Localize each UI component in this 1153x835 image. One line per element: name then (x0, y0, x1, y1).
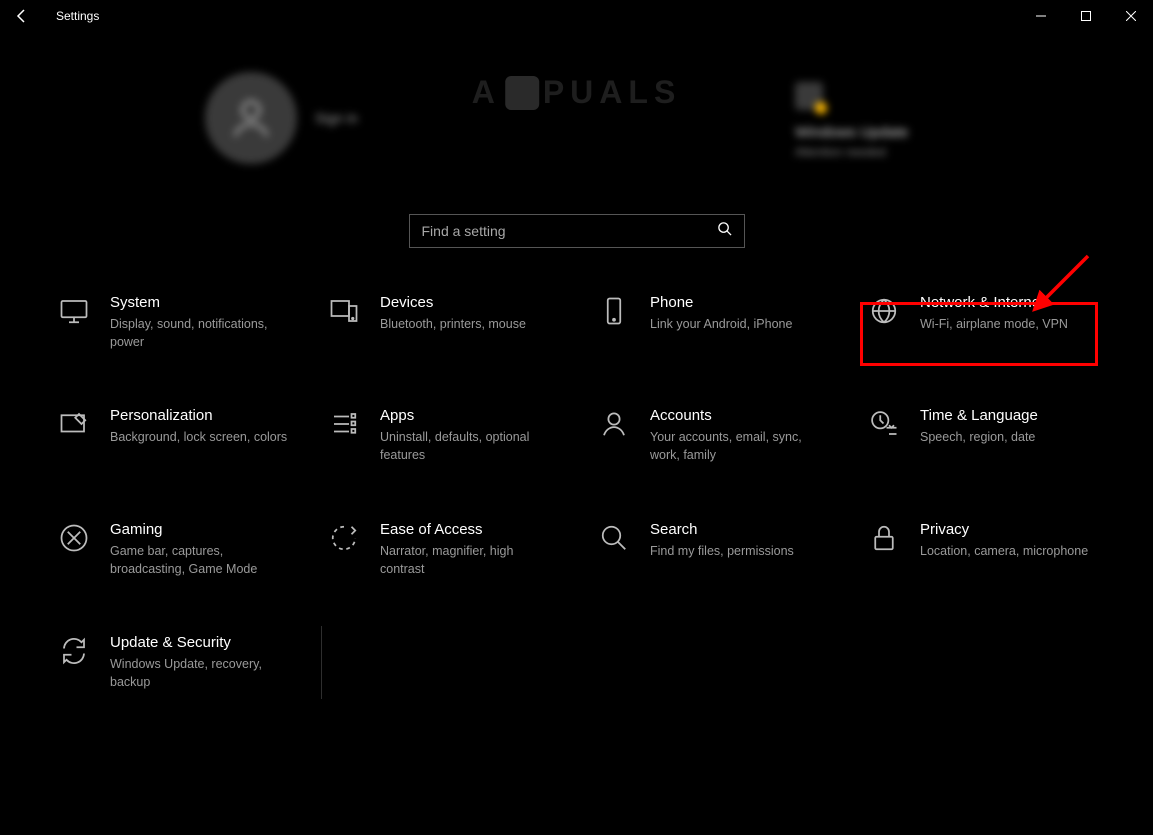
accounts-icon (596, 409, 632, 445)
card-desc: Narrator, magnifier, high contrast (380, 542, 560, 578)
apps-icon (326, 409, 362, 445)
card-desc: Background, lock screen, colors (110, 428, 287, 446)
window-controls (1018, 0, 1153, 32)
card-title: Phone (650, 294, 792, 311)
watermark-logo-icon (505, 76, 539, 110)
avatar-icon (205, 72, 297, 164)
windows-update-block[interactable]: Windows Update Attention needed (795, 82, 908, 159)
maximize-button[interactable] (1063, 0, 1108, 32)
card-time-language[interactable]: Time & Language Speech, region, date (866, 407, 1136, 464)
card-title: Search (650, 521, 794, 538)
header-area: A PUALS Sign in Windows Update Attention… (0, 32, 1153, 180)
search-box[interactable] (409, 214, 745, 248)
phone-icon (596, 296, 632, 332)
account-block[interactable]: Sign in (205, 72, 358, 164)
card-search[interactable]: Search Find my files, permissions (596, 521, 866, 578)
card-title: Devices (380, 294, 526, 311)
privacy-icon (866, 523, 902, 559)
card-system[interactable]: System Display, sound, notifications, po… (56, 294, 326, 351)
card-title: Personalization (110, 407, 287, 424)
search-category-icon (596, 523, 632, 559)
card-phone[interactable]: Phone Link your Android, iPhone (596, 294, 866, 351)
close-button[interactable] (1108, 0, 1153, 32)
card-privacy[interactable]: Privacy Location, camera, microphone (866, 521, 1136, 578)
card-desc: Speech, region, date (920, 428, 1038, 446)
update-security-icon (56, 636, 92, 672)
gaming-icon (56, 523, 92, 559)
card-desc: Display, sound, notifications, power (110, 315, 290, 351)
card-desc: Uninstall, defaults, optional features (380, 428, 560, 464)
minimize-button[interactable] (1018, 0, 1063, 32)
card-title: Apps (380, 407, 560, 424)
card-title: Network & Internet (920, 294, 1068, 311)
card-apps[interactable]: Apps Uninstall, defaults, optional featu… (326, 407, 596, 464)
settings-grid: System Display, sound, notifications, po… (0, 294, 1153, 691)
watermark-text-left: A (472, 74, 501, 111)
card-desc: Wi-Fi, airplane mode, VPN (920, 315, 1068, 333)
ease-of-access-icon (326, 523, 362, 559)
system-icon (56, 296, 92, 332)
card-accounts[interactable]: Accounts Your accounts, email, sync, wor… (596, 407, 866, 464)
watermark: A PUALS (472, 74, 682, 111)
card-title: Time & Language (920, 407, 1038, 424)
windows-update-icon (795, 82, 823, 110)
search-input[interactable] (422, 223, 717, 239)
card-desc: Windows Update, recovery, backup (110, 655, 290, 691)
search-wrap (0, 180, 1153, 294)
card-personalization[interactable]: Personalization Background, lock screen,… (56, 407, 326, 464)
card-desc: Find my files, permissions (650, 542, 794, 560)
card-title: Ease of Access (380, 521, 560, 538)
card-title: Update & Security (110, 634, 290, 651)
card-update-security[interactable]: Update & Security Windows Update, recove… (56, 634, 326, 691)
time-language-icon (866, 409, 902, 445)
signin-link[interactable]: Sign in (315, 110, 358, 126)
card-title: Privacy (920, 521, 1088, 538)
back-button[interactable] (8, 2, 36, 30)
card-desc: Location, camera, microphone (920, 542, 1088, 560)
card-desc: Game bar, captures, broadcasting, Game M… (110, 542, 290, 578)
card-title: Accounts (650, 407, 830, 424)
search-icon (717, 221, 732, 241)
card-devices[interactable]: Devices Bluetooth, printers, mouse (326, 294, 596, 351)
card-network[interactable]: Network & Internet Wi-Fi, airplane mode,… (866, 294, 1136, 351)
window-title: Settings (56, 9, 99, 23)
card-title: System (110, 294, 290, 311)
card-desc: Your accounts, email, sync, work, family (650, 428, 830, 464)
card-title: Gaming (110, 521, 290, 538)
title-bar: Settings (0, 0, 1153, 32)
devices-icon (326, 296, 362, 332)
card-ease-of-access[interactable]: Ease of Access Narrator, magnifier, high… (326, 521, 596, 578)
network-icon (866, 296, 902, 332)
card-gaming[interactable]: Gaming Game bar, captures, broadcasting,… (56, 521, 326, 578)
card-desc: Bluetooth, printers, mouse (380, 315, 526, 333)
windows-update-subtitle: Attention needed (795, 145, 908, 159)
windows-update-title: Windows Update (795, 124, 908, 141)
title-bar-left: Settings (8, 2, 99, 30)
watermark-text-right: PUALS (543, 74, 681, 111)
personalization-icon (56, 409, 92, 445)
card-desc: Link your Android, iPhone (650, 315, 792, 333)
